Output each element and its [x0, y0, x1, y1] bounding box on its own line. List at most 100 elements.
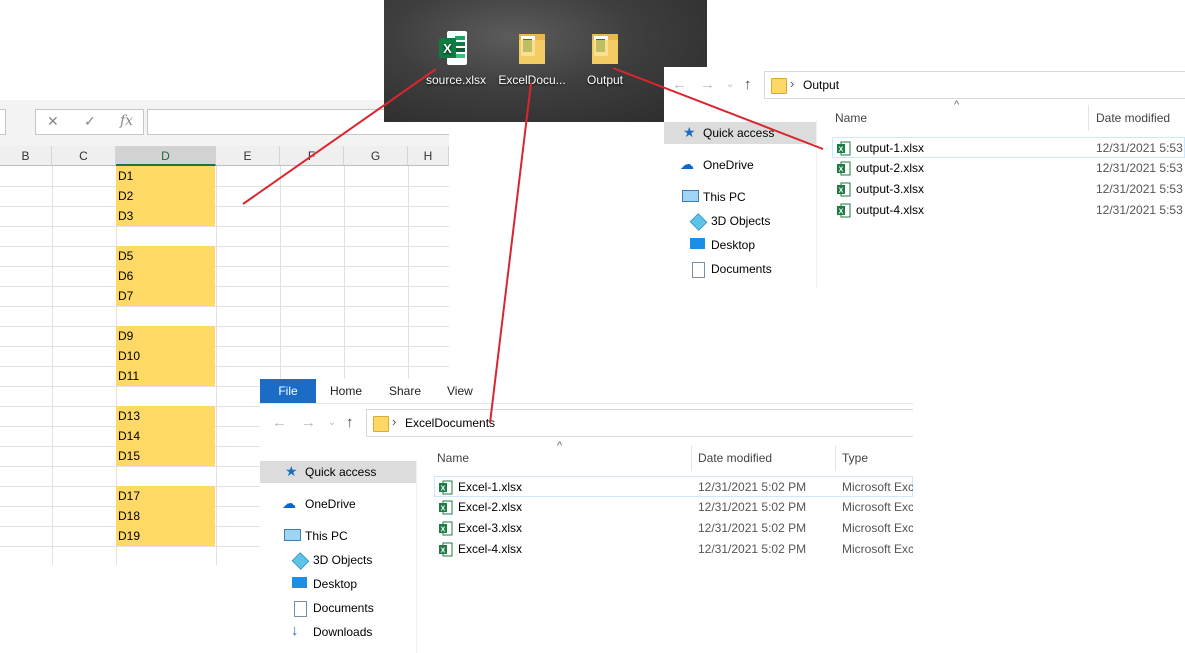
cell[interactable]: D11	[116, 366, 215, 386]
column-header-b[interactable]: B	[0, 146, 52, 166]
document-icon	[294, 601, 307, 617]
cloud-icon: ☁	[282, 495, 296, 511]
column-header-d[interactable]: D	[116, 146, 216, 166]
sidebar-label: 3D Objects	[313, 553, 373, 567]
name-box[interactable]	[0, 109, 6, 135]
gridline	[0, 266, 449, 267]
recent-chevron-icon[interactable]: ⌄	[328, 417, 336, 428]
sidebar-item-quick-access[interactable]: ★ Quick access	[664, 122, 816, 144]
back-arrow-icon[interactable]: ←	[672, 76, 687, 93]
excel-file-icon: X	[439, 500, 453, 515]
sidebar-item-onedrive[interactable]: ☁ OneDrive	[664, 154, 816, 176]
excel-file-icon: X	[837, 141, 851, 156]
chevron-right-icon: ›	[790, 76, 795, 91]
tab-view[interactable]: View	[447, 379, 473, 403]
file-date: 12/31/2021 5:53 P	[1096, 161, 1185, 175]
file-row[interactable]: X Excel-3.xlsx 12/31/2021 5:02 PM Micros…	[434, 518, 913, 539]
file-row[interactable]: X Excel-1.xlsx 12/31/2021 5:02 PM Micros…	[434, 476, 913, 497]
file-type: Microsoft Exc	[842, 521, 913, 535]
cloud-icon: ☁	[680, 156, 694, 172]
column-header-e[interactable]: E	[216, 146, 280, 166]
sidebar-item-this-pc[interactable]: This PC	[664, 186, 816, 208]
svg-text:X: X	[839, 188, 844, 195]
cancel-icon[interactable]: ✕	[47, 113, 59, 130]
column-header-date[interactable]: Date modified	[1096, 107, 1170, 129]
up-arrow-icon[interactable]: ↑	[744, 76, 752, 93]
up-arrow-icon[interactable]: ↑	[346, 414, 354, 431]
star-icon: ★	[285, 463, 298, 479]
svg-text:X: X	[839, 209, 844, 216]
cell[interactable]: D6	[116, 266, 215, 286]
folder-icon	[592, 34, 618, 64]
excel-file-icon: X	[837, 203, 851, 218]
monitor-icon	[682, 190, 699, 202]
sidebar-item-onedrive[interactable]: ☁ OneDrive	[260, 493, 416, 515]
file-row[interactable]: X Excel-4.xlsx 12/31/2021 5:02 PM Micros…	[434, 539, 913, 560]
cell[interactable]: D19	[116, 526, 215, 546]
cell[interactable]: D17	[116, 486, 215, 506]
sidebar-item-downloads[interactable]: ↓ Downloads	[260, 621, 416, 643]
chevron-right-icon: ›	[392, 414, 397, 429]
sidebar-item-documents[interactable]: Documents	[260, 597, 416, 619]
file-row[interactable]: X output-4.xlsx 12/31/2021 5:53 P	[832, 200, 1185, 221]
tab-share[interactable]: Share	[389, 379, 421, 403]
cell[interactable]: D7	[116, 286, 215, 306]
cell[interactable]: D5	[116, 246, 215, 266]
formula-bar: ✕ ✓ fx	[0, 100, 449, 146]
sidebar-item-quick-access[interactable]: ★ Quick access	[260, 461, 416, 483]
svg-text:X: X	[441, 506, 446, 513]
forward-arrow-icon[interactable]: →	[700, 76, 715, 93]
ribbon-tabs: File Home Share View	[260, 379, 913, 404]
sidebar-item-3d-objects[interactable]: 3D Objects	[260, 549, 416, 571]
sidebar-item-3d-objects[interactable]: 3D Objects	[664, 210, 816, 232]
svg-text:X: X	[839, 167, 844, 174]
cell[interactable]: D18	[116, 506, 215, 526]
sidebar-item-documents[interactable]: Documents	[664, 258, 816, 280]
column-header-g[interactable]: G	[344, 146, 408, 166]
explorer-window-exceldocuments: File Home Share View ← → ⌄ ↑ › ExcelDocu…	[260, 379, 913, 653]
svg-text:X: X	[839, 147, 844, 154]
forward-arrow-icon[interactable]: →	[301, 414, 316, 431]
document-icon	[692, 262, 705, 278]
column-header-h[interactable]: H	[408, 146, 449, 166]
column-header-c[interactable]: C	[52, 146, 116, 166]
address-bar[interactable]: › Output	[764, 71, 1185, 99]
sidebar-item-desktop[interactable]: Desktop	[664, 234, 816, 256]
column-header-type[interactable]: Type	[842, 447, 868, 469]
svg-text:X: X	[441, 486, 446, 493]
fx-icon[interactable]: fx	[120, 113, 133, 129]
desktop-icon	[292, 577, 307, 588]
recent-chevron-icon[interactable]: ⌄	[726, 79, 734, 90]
back-arrow-icon[interactable]: ←	[272, 414, 287, 431]
column-header-f[interactable]: F	[280, 146, 344, 166]
file-name: Excel-1.xlsx	[458, 480, 523, 494]
column-header-name[interactable]: Name	[437, 447, 469, 469]
tab-file[interactable]: File	[260, 379, 316, 403]
file-row[interactable]: X Excel-2.xlsx 12/31/2021 5:02 PM Micros…	[434, 497, 913, 518]
cell[interactable]: D14	[116, 426, 215, 446]
file-row[interactable]: X output-1.xlsx 12/31/2021 5:53 P	[832, 137, 1185, 158]
star-icon: ★	[683, 124, 696, 140]
cell[interactable]: D15	[116, 446, 215, 466]
cell[interactable]: D2	[116, 186, 215, 206]
enter-icon[interactable]: ✓	[84, 113, 96, 130]
gridline	[0, 226, 449, 227]
sidebar-label: Documents	[313, 601, 374, 615]
sidebar-item-this-pc[interactable]: This PC	[260, 525, 416, 547]
cell[interactable]: D10	[116, 346, 215, 366]
annotation-line-exceldocuments	[489, 82, 532, 424]
file-type: Microsoft Exc	[842, 500, 913, 514]
column-header-name[interactable]: Name	[835, 107, 867, 129]
address-bar[interactable]: › ExcelDocuments	[366, 409, 913, 437]
column-header-date[interactable]: Date modified	[698, 447, 772, 469]
gridline	[0, 366, 449, 367]
cell[interactable]: D3	[116, 206, 215, 226]
file-name: Excel-2.xlsx	[458, 500, 523, 514]
file-row[interactable]: X output-2.xlsx 12/31/2021 5:53 P	[832, 158, 1185, 179]
cell[interactable]: D13	[116, 406, 215, 426]
tab-home[interactable]: Home	[330, 379, 362, 403]
cell[interactable]: D9	[116, 326, 215, 346]
file-row[interactable]: X output-3.xlsx 12/31/2021 5:53 P	[832, 179, 1185, 200]
sidebar-item-desktop[interactable]: Desktop	[260, 573, 416, 595]
cell[interactable]: D1	[116, 166, 215, 186]
